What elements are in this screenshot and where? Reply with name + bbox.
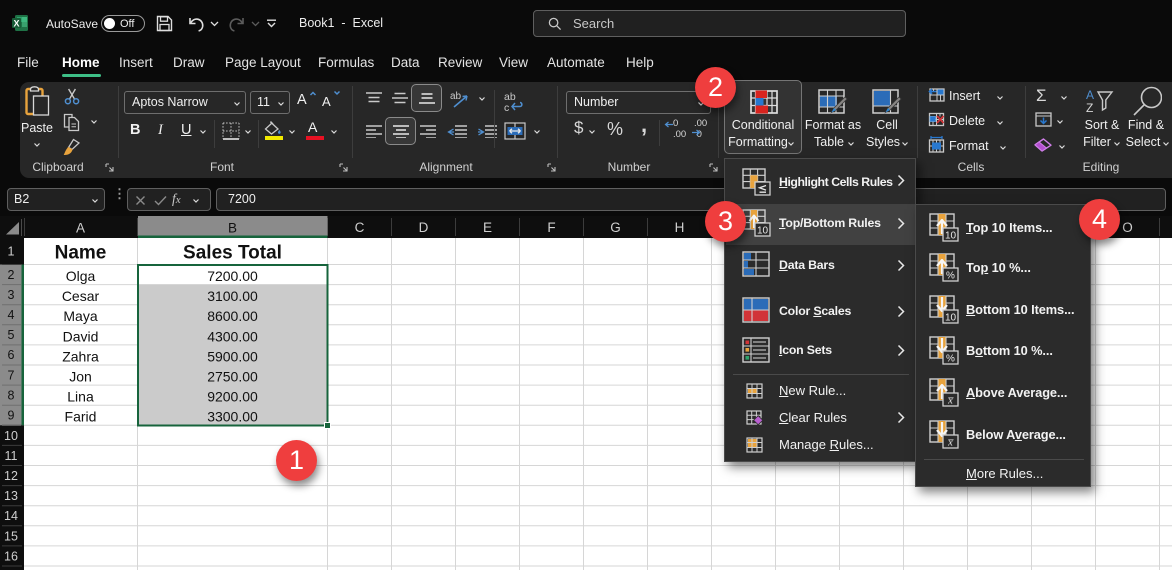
svg-text:9: 9 [8, 409, 15, 423]
svg-text:Lina: Lina [67, 389, 94, 405]
svg-text:B: B [228, 221, 237, 236]
svg-text:10: 10 [757, 226, 769, 237]
svg-text:4: 4 [8, 308, 15, 322]
svg-text:C: C [355, 220, 365, 235]
svg-text:O: O [1122, 220, 1133, 235]
svg-text:%: % [946, 354, 955, 365]
svg-text:7: 7 [8, 368, 15, 382]
svg-text:Olga: Olga [66, 268, 96, 284]
svg-text:8600.00: 8600.00 [207, 308, 258, 324]
svg-text:5900.00: 5900.00 [207, 348, 258, 364]
svg-text:Maya: Maya [63, 308, 97, 324]
svg-text:H: H [675, 220, 685, 235]
svg-text:8: 8 [8, 388, 15, 402]
svg-text:E: E [483, 220, 492, 235]
svg-text:D: D [419, 220, 429, 235]
svg-text:5: 5 [8, 328, 15, 342]
svg-text:Z: Z [1086, 101, 1093, 114]
svg-text:10: 10 [945, 231, 957, 242]
svg-text:Cesar: Cesar [62, 288, 100, 304]
svg-text:c: c [504, 102, 509, 113]
svg-text:9200.00: 9200.00 [207, 389, 258, 405]
svg-text:1: 1 [8, 245, 15, 259]
svg-text:10: 10 [945, 313, 957, 324]
svg-text:14: 14 [4, 509, 18, 523]
svg-text:Sales Total: Sales Total [183, 242, 282, 263]
svg-text:F: F [547, 220, 555, 235]
svg-text:10: 10 [4, 429, 18, 443]
svg-text:11: 11 [5, 449, 18, 463]
svg-text:Zahra: Zahra [62, 348, 99, 364]
svg-text:ab: ab [450, 91, 462, 102]
svg-text:15: 15 [4, 529, 18, 543]
svg-text:3300.00: 3300.00 [207, 409, 258, 425]
svg-text:X: X [13, 19, 19, 29]
svg-text:2750.00: 2750.00 [207, 369, 258, 385]
svg-text:13: 13 [4, 489, 18, 503]
svg-text:3100.00: 3100.00 [207, 288, 258, 304]
svg-text:16: 16 [4, 549, 18, 563]
svg-text:2: 2 [8, 268, 15, 282]
svg-text:David: David [63, 328, 99, 344]
svg-text:G: G [610, 220, 621, 235]
svg-text:Farid: Farid [65, 409, 97, 425]
svg-text:A: A [76, 221, 85, 236]
svg-text:4300.00: 4300.00 [207, 328, 258, 344]
svg-text:3: 3 [8, 288, 15, 302]
svg-text:Name: Name [55, 242, 107, 263]
svg-text:%: % [946, 271, 955, 282]
svg-text:6: 6 [8, 348, 15, 362]
svg-text:A: A [1086, 88, 1094, 102]
svg-text:Jon: Jon [69, 369, 92, 385]
svg-text:7200.00: 7200.00 [207, 268, 258, 284]
svg-text:12: 12 [4, 469, 18, 483]
